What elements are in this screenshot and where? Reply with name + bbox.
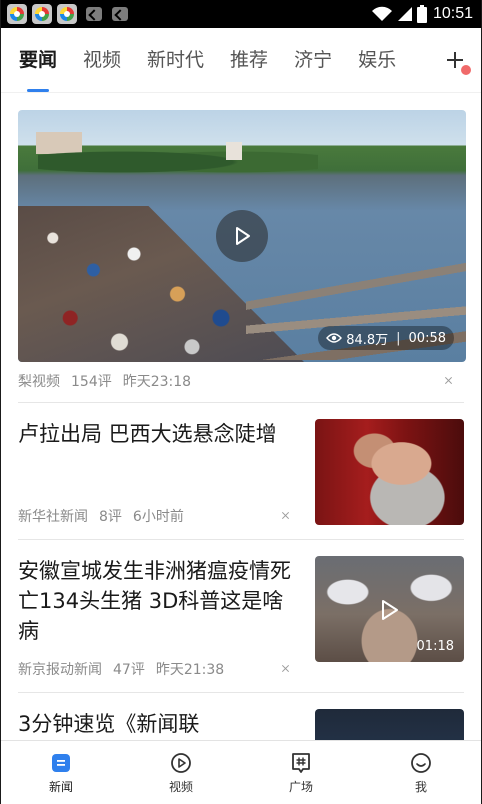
status-bar: 10:51 [1,0,481,28]
nav-label: 视频 [168,779,193,794]
battery-icon [416,5,427,23]
app-notification-icon [57,4,77,24]
thumbnail-trees [38,144,318,174]
message-notification-icon [86,7,102,21]
news-thumbnail[interactable] [315,419,464,525]
source-name[interactable]: 新华社新闻 [18,506,88,526]
news-thumbnail[interactable] [315,709,464,740]
close-icon[interactable] [442,374,456,388]
news-icon [52,753,70,772]
video-stats: 84.8万 | 00:58 [318,326,454,350]
news-item-text: 安徽宣城发生非洲猪瘟疫情死亡134头生猪 3D科普这是啥病 新京报动新闻 47评… [18,556,315,678]
app-notification-icon [32,4,52,24]
eye-icon [326,333,343,343]
nav-me[interactable]: 我 [361,741,481,804]
news-meta: 新京报动新闻 47评 昨天21:38 [18,660,301,678]
video-play-icon [171,752,191,773]
publish-time: 6小时前 [132,509,184,525]
tab-jining[interactable]: 济宁 [294,28,332,92]
news-item[interactable]: 安徽宣城发生非洲猪瘟疫情死亡134头生猪 3D科普这是啥病 新京报动新闻 47评… [18,540,464,693]
source-name[interactable]: 新京报动新闻 [18,659,102,679]
news-item-text: 卢拉出局 巴西大选悬念陡增 新华社新闻 8评 6小时前 [18,419,315,525]
nav-label: 广场 [288,779,313,794]
news-feed[interactable]: 84.8万 | 00:58 梨视频 154评 昨天23:18 卢拉出局 巴西大选… [1,92,481,740]
video-thumbnail[interactable]: 84.8万 | 00:58 [18,110,466,362]
app-notification-icon [7,4,27,24]
news-item[interactable]: 卢拉出局 巴西大选悬念陡增 新华社新闻 8评 6小时前 [18,403,464,540]
tab-video[interactable]: 视频 [83,28,121,92]
news-item-text: 3分钟速览《新闻联 [18,709,315,740]
video-thumbnail[interactable]: 01:18 [315,556,464,662]
channel-tab-bar: 要闻 视频 新时代 推荐 济宁 娱乐 [1,28,481,92]
nav-video[interactable]: 视频 [121,741,241,804]
feed-top-divider [1,92,481,110]
bottom-navigation: 新闻 视频 广场 我 [1,740,481,804]
video-card[interactable]: 84.8万 | 00:58 梨视频 154评 昨天23:18 [18,110,466,403]
video-meta: 梨视频 154评 昨天23:18 [18,372,464,390]
tab-new-era[interactable]: 新时代 [147,28,204,92]
comment-count: 8评 [99,509,122,525]
video-duration: 01:18 [416,639,454,654]
close-icon[interactable] [279,509,293,523]
play-button[interactable] [216,210,268,262]
nav-news[interactable]: 新闻 [1,741,121,804]
video-duration: 00:58 [408,330,446,346]
play-icon [236,227,250,245]
message-notification-icon [112,7,128,21]
view-count: 84.8万 [346,332,389,348]
source-name[interactable]: 梨视频 [18,371,60,391]
news-title[interactable]: 安徽宣城发生非洲猪瘟疫情死亡134头生猪 3D科普这是啥病 [18,556,301,646]
publish-time: 昨天21:38 [155,662,225,678]
comment-count: 47评 [113,662,145,678]
nav-square[interactable]: 广场 [241,741,361,804]
tab-recommend[interactable]: 推荐 [230,28,268,92]
cell-signal-icon [397,6,413,22]
clock: 10:51 [432,5,473,22]
nav-label: 我 [414,779,427,794]
square-hashtag-icon [292,752,310,773]
news-item[interactable]: 3分钟速览《新闻联 [18,693,464,740]
close-icon[interactable] [279,662,293,676]
comment-count: 154评 [71,374,112,390]
app-screen: 10:51 要闻 视频 新时代 推荐 济宁 娱乐 84.8万 | 00:58 梨… [0,0,482,804]
wifi-icon [371,6,393,22]
update-badge [461,65,471,75]
smiley-profile-icon [411,752,431,773]
nav-label: 新闻 [48,779,73,794]
news-title[interactable]: 卢拉出局 巴西大选悬念陡增 [18,419,301,449]
tab-entertainment[interactable]: 娱乐 [358,28,396,92]
tab-yaowen[interactable]: 要闻 [19,28,57,92]
stats-separator: | [396,330,401,346]
thumbnail-tower [226,142,242,160]
news-meta: 新华社新闻 8评 6小时前 [18,507,301,525]
play-icon [382,600,398,620]
publish-time: 昨天23:18 [122,374,192,390]
news-title[interactable]: 3分钟速览《新闻联 [18,709,301,739]
